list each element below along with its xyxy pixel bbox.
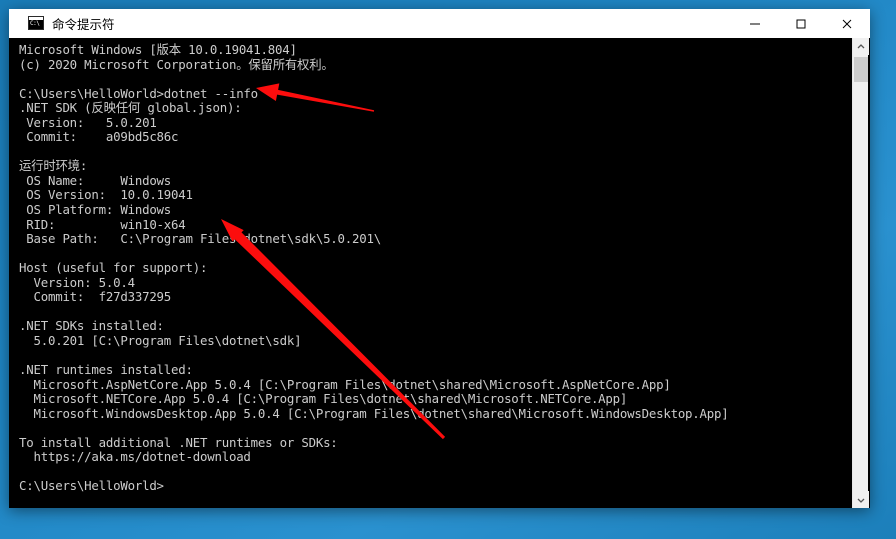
chevron-up-icon[interactable] xyxy=(853,38,869,55)
titlebar-left-group: 命令提示符 xyxy=(9,14,115,33)
console-output-area[interactable]: Microsoft Windows [版本 10.0.19041.804] (c… xyxy=(9,38,870,508)
window-title: 命令提示符 xyxy=(52,16,115,32)
console-scrollbar[interactable] xyxy=(852,38,869,508)
window-controls xyxy=(732,9,870,38)
scrollbar-thumb[interactable] xyxy=(854,57,868,82)
command-prompt-window: 命令提示符 Microsoft Windows [版本 10.0.19041.8… xyxy=(9,9,870,508)
window-titlebar[interactable]: 命令提示符 xyxy=(9,9,870,38)
cmd-icon xyxy=(28,16,44,30)
maximize-button[interactable] xyxy=(778,9,824,38)
chevron-down-icon[interactable] xyxy=(853,491,869,508)
close-button[interactable] xyxy=(824,9,870,38)
minimize-button[interactable] xyxy=(732,9,778,38)
desktop-background: 命令提示符 Microsoft Windows [版本 10.0.19041.8… xyxy=(0,0,896,539)
console-text: Microsoft Windows [版本 10.0.19041.804] (c… xyxy=(19,42,729,494)
